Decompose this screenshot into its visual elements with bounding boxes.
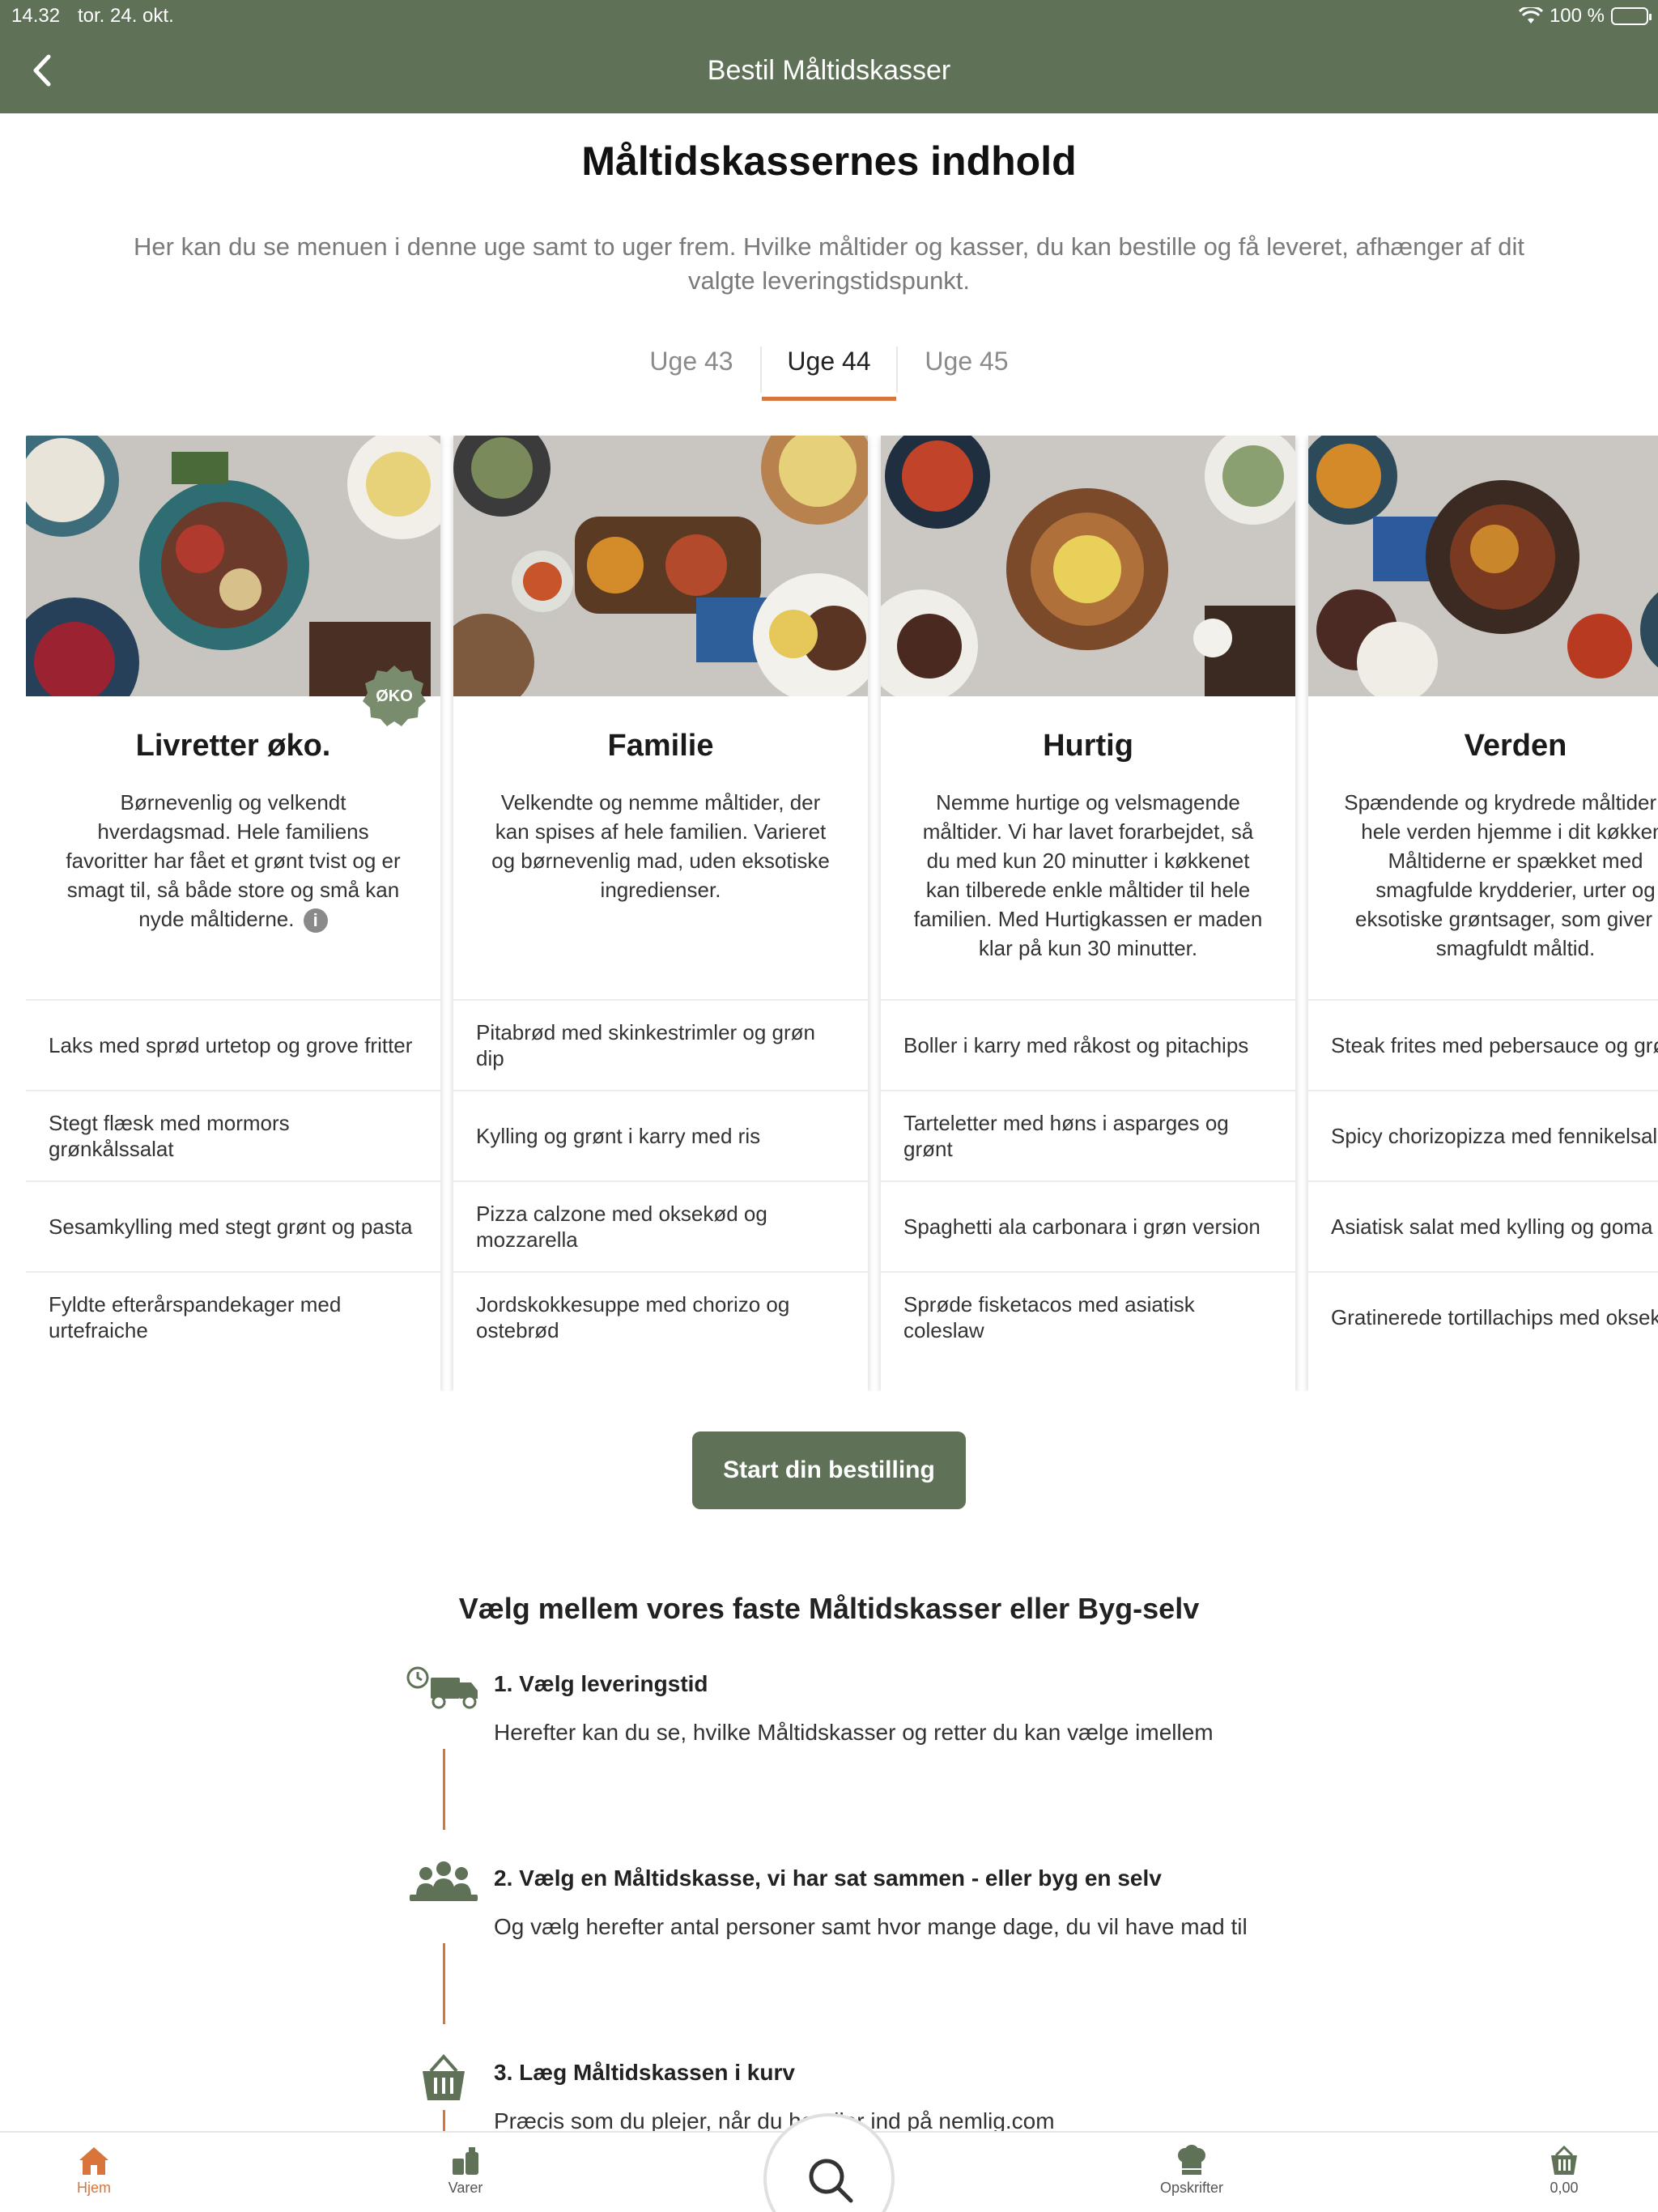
menu-item: Asiatisk salat med kylling og goma [1308,1180,1658,1271]
meal-box-image [453,436,868,696]
basket-icon [423,2053,465,2100]
status-time: 14.32 [11,5,61,27]
menu-item: Jordskokkesuppe med chorizo og ostebrød [453,1271,868,1362]
step-title: 1. Vælg leveringstid [494,1671,708,1696]
meal-box-carousel[interactable]: ØKO Livretter øko. Børnevenlig og velken… [26,436,1658,1391]
menu-item: Boller i karry med råkost og pitachips [881,999,1295,1090]
basket-icon [1551,2145,1577,2175]
card-menu-list: Laks med sprød urtetop og grove fritter … [26,999,440,1362]
wifi-icon [1518,7,1543,23]
menu-item: Fyldte efterårspandekager med urtefraich… [26,1271,440,1362]
tabbar-products[interactable]: Varer [409,2144,522,2197]
card-title: Livretter øko. [135,729,331,763]
menu-item: Pitabrød med skinkestrimler og grøn dip [453,999,868,1090]
groceries-icon [453,2147,478,2175]
menu-item: Sprøde fisketacos med asiatisk coleslaw [881,1271,1295,1362]
status-bar: 14.32 tor. 24. okt. 100 % [0,5,1658,34]
card-description: Nemme hurtige og velsmagende måltider. V… [913,790,1263,960]
step-connector [443,1749,445,1830]
page-intro: Her kan du se menuen i denne uge samt to… [134,232,1524,295]
card-description: Velkendte og nemme måltider, der kan spi… [491,790,830,902]
card-title: Verden [1464,729,1567,763]
battery-icon [1611,7,1652,25]
card-menu-list: Pitabrød med skinkestrimler og grøn dip … [453,999,868,1362]
tabbar-label: Hjem [76,2180,111,2196]
step-connector [443,2110,445,2131]
page-title: Måltidskassernes indhold [581,138,1077,184]
info-icon[interactable]: i [303,908,328,934]
week-tabs: Uge 43 Uge 44 Uge 45 [0,347,1658,401]
people-group-icon [410,1861,478,1901]
nav-title: Bestil Måltidskasser [707,55,951,86]
tabbar-label: Opskrifter [1159,2180,1223,2196]
tab-uge-44[interactable]: Uge 44 [760,347,898,401]
step-title: 2. Vælg en Måltidskasse, vi har sat samm… [494,1865,1162,1891]
menu-item: Spicy chorizopizza med fennikelsalat [1308,1090,1658,1180]
app-header: 14.32 tor. 24. okt. 100 % Bestil Måltids… [0,0,1658,113]
meal-box-card-livretter[interactable]: ØKO Livretter øko. Børnevenlig og velken… [26,436,440,1391]
meal-box-card-familie[interactable]: Familie Velkendte og nemme måltider, der… [453,436,868,1391]
search-icon [809,2159,853,2203]
menu-item: Stegt flæsk med mormors grønkålssalat [26,1090,440,1180]
menu-item: Steak frites med pebersauce og grønt [1308,999,1658,1090]
step-text: Og vælg herefter antal personer samt hvo… [494,1914,1248,1939]
meal-box-image [1308,436,1658,696]
card-title: Hurtig [1043,729,1133,763]
battery-percent: 100 % [1549,5,1605,27]
meal-box-image [26,436,440,696]
status-date: tor. 24. okt. [78,5,174,27]
tabbar-recipes[interactable]: Opskrifter [1135,2144,1248,2197]
home-icon [79,2147,108,2175]
card-menu-list: Boller i karry med råkost og pitachips T… [881,999,1295,1362]
tabbar-label: Varer [448,2180,483,2196]
card-menu-list: Steak frites med pebersauce og grønt Spi… [1308,999,1658,1362]
chef-hat-icon [1178,2145,1205,2175]
menu-item: Sesamkylling med stegt grønt og pasta [26,1180,440,1271]
menu-item: Pizza calzone med oksekød og mozzarella [453,1180,868,1271]
oko-badge-icon: ØKO [363,666,426,726]
start-order-button[interactable]: Start din bestilling [692,1431,966,1509]
tabbar-label: 0,00 [1550,2180,1579,2196]
svg-text:ØKO: ØKO [376,687,413,705]
meal-box-card-hurtig[interactable]: Hurtig Nemme hurtige og velsmagende målt… [881,436,1295,1391]
step-connector [443,1943,445,2024]
meal-box-image [881,436,1295,696]
card-title: Familie [607,729,714,763]
card-description: Børnevenlig og velkendt hverdagsmad. Hel… [57,788,410,995]
menu-item: Laks med sprød urtetop og grove fritter [26,999,440,1090]
card-description: Spændende og krydrede måltider fra hele … [1344,790,1658,960]
meal-box-card-verden[interactable]: Verden Spændende og krydrede måltider fr… [1308,436,1658,1391]
tabbar-basket[interactable]: 0,00 [1507,2144,1621,2197]
menu-item: Gratinerede tortillachips med oksekød [1308,1271,1658,1362]
tab-uge-43[interactable]: Uge 43 [623,347,760,393]
step-title: 3. Læg Måltidskassen i kurv [494,2060,795,2085]
tab-uge-45[interactable]: Uge 45 [898,347,1035,393]
menu-item: Tarteletter med høns i asparges og grønt [881,1090,1295,1180]
menu-item: Kylling og grønt i karry med ris [453,1090,868,1180]
menu-item: Spaghetti ala carbonara i grøn version [881,1180,1295,1271]
step-text: Herefter kan du se, hvilke Måltidskasser… [494,1720,1214,1745]
status-right: 100 % [1518,5,1652,28]
delivery-truck-icon [406,1666,478,1709]
steps-heading: Vælg mellem vores faste Måltidskasser el… [458,1592,1200,1625]
tabbar-home[interactable]: Hjem [37,2144,151,2197]
